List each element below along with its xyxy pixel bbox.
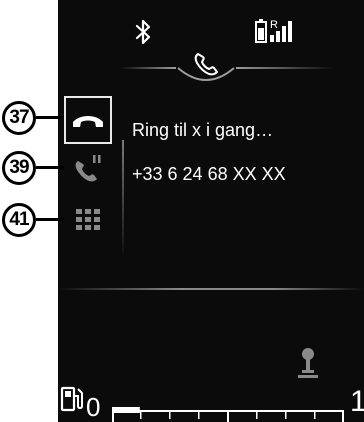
callout-leader-41 [36,218,64,221]
hangup-icon [73,116,103,127]
annotated-screenshot: R Ring til x i gang… +33 6 24 68 XX XX 0… [0,0,364,422]
hold-call-button[interactable] [64,148,112,188]
header-divider-left [120,67,176,69]
callout-37: 37 [2,101,36,135]
phone-icon [177,53,235,81]
header-divider-right [236,67,334,69]
keypad-icon [76,209,100,230]
footer-divider [58,288,364,290]
call-number-text: +33 6 24 68 XX XX [132,164,286,184]
menu-divider [122,140,124,260]
fuel-pump-icon [60,386,83,412]
battery-signal-icon: R [255,19,292,43]
fuel-gauge-fill [112,407,140,413]
callout-leader-39 [36,166,64,169]
roaming-label: R [270,19,278,31]
fuel-max-label: 1 [350,385,364,418]
hold-call-icon [75,155,101,182]
gear-shift-icon [298,348,318,378]
fuel-gauge [112,407,344,422]
call-status-text: Ring til x i gang… [132,120,274,140]
fuel-min-label: 0 [86,392,101,422]
phone-call-screen: R Ring til x i gang… +33 6 24 68 XX XX 0… [58,0,364,422]
callout-41: 41 [2,203,36,237]
hangup-button[interactable] [64,96,112,144]
callout-leader-37 [36,116,64,119]
keypad-button[interactable] [64,200,112,240]
callout-39: 39 [2,151,36,185]
bluetooth-icon [135,19,151,45]
